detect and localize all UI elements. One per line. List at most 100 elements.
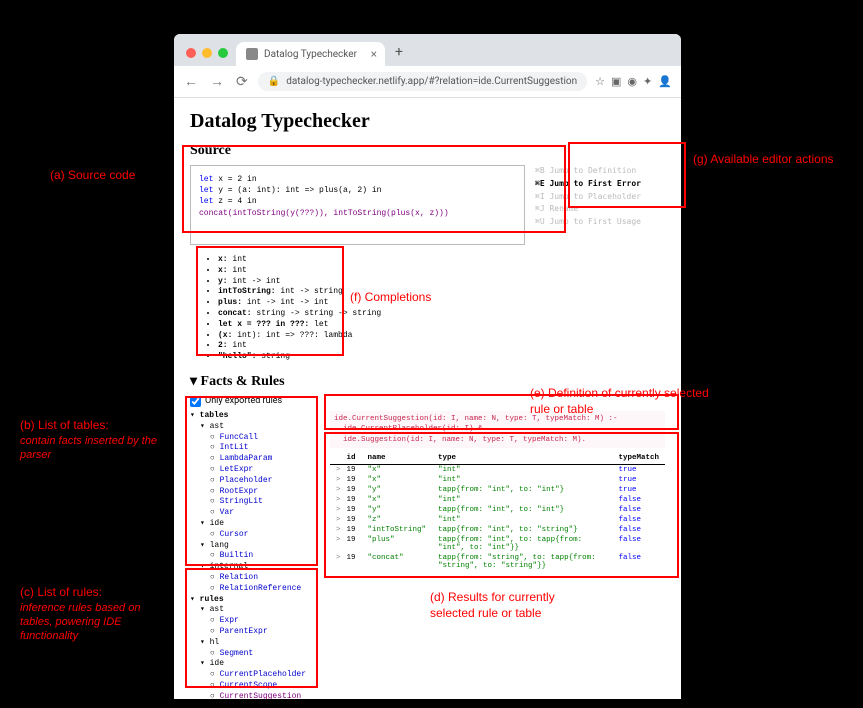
tree-item[interactable]: ○ ParentExpr [190,627,320,638]
tree-tables[interactable]: ▾ tables [190,411,320,422]
extension-icon[interactable]: ▣ [611,75,621,88]
toolbar-icons: ☆ ▣ ◉ ✦ 👤 ⋮ [595,75,681,88]
col-typeMatch: typeMatch [612,452,665,465]
annotation-c-sub: inference rules based on tables, powerin… [20,601,175,644]
tree-panel: ▾ tables▾ ast○ FuncCall○ IntLit○ LambdaP… [190,411,320,699]
tab-title: Datalog Typechecker [264,49,357,60]
source-area: let x = 2 in let y = (a: int): int => pl… [190,165,665,245]
table-row[interactable]: >19"y"tapp{from: "int", to: "int"}true [330,485,665,495]
src-line-4: concat(intToString(y(???)), intToString(… [199,209,449,218]
table-row[interactable]: >19"z""int"false [330,515,665,525]
minimize-window-icon[interactable] [202,48,212,58]
tab-favicon [246,48,258,60]
src-line-3: z = 4 in [213,197,256,206]
forward-button[interactable]: → [208,71,226,92]
puzzle-icon[interactable]: ✦ [643,75,652,88]
source-heading: Source [190,143,665,159]
tree-item[interactable]: ○ CurrentPlaceholder [190,670,320,681]
close-window-icon[interactable] [186,48,196,58]
completion-item[interactable]: 2: int [218,341,665,352]
tree-item[interactable]: ○ FuncCall [190,433,320,444]
table-row[interactable]: >19"intToString"tapp{from: "int", to: "s… [330,525,665,535]
rule-panel: ide.CurrentSuggestion(id: I, name: N, ty… [330,411,665,699]
tree-group[interactable]: ▾ lang [190,541,320,552]
annotation-f: (f) Completions [350,290,431,306]
completion-item[interactable]: "hello": string [218,352,665,363]
table-row[interactable]: >19"x""int"false [330,495,665,505]
table-row[interactable]: >19"x""int"true [330,465,665,476]
src-line-2: y = (a: int): int => plus(a, 2) in [213,186,381,195]
close-tab-icon[interactable]: × [371,47,377,61]
annotation-b-sub: contain facts inserted by the parser [20,434,170,463]
table-row[interactable]: >19"plus"tapp{from: "int", to: tapp{from… [330,535,665,553]
tree-group[interactable]: ▾ ide [190,519,320,530]
star-icon[interactable]: ☆ [595,75,605,88]
editor-action[interactable]: ⌘E Jump to First Error [535,178,665,191]
tree-item[interactable]: ○ RootExpr [190,487,320,498]
table-row[interactable]: >19"x""int"true [330,475,665,485]
reload-button[interactable]: ⟳ [234,72,250,92]
only-exported-checkbox[interactable] [190,396,201,407]
facts-area: ▾ tables▾ ast○ FuncCall○ IntLit○ LambdaP… [190,411,665,699]
editor-action[interactable]: ⌘J Rename [535,203,665,216]
kw: let [199,186,213,195]
tree-item[interactable]: ○ Relation [190,573,320,584]
annotation-g: (g) Available editor actions [693,152,843,168]
col-type: type [432,452,612,465]
tree-item[interactable]: ○ Segment [190,649,320,660]
annotation-e: (e) Definition of currently selected rul… [530,386,710,417]
table-row[interactable]: >19"concat"tapp{from: "string", to: tapp… [330,553,665,571]
profile-icon[interactable]: 👤 [658,75,672,88]
annotation-b-title: (b) List of tables: [20,418,170,434]
url-text: datalog-typechecker.netlify.app/#?relati… [286,76,577,87]
completions-list: x: intx: inty: int -> intintToString: in… [206,255,665,363]
back-button[interactable]: ← [182,71,200,92]
results-table: idnametypetypeMatch>19"x""int"true>19"x"… [330,452,665,571]
editor-action[interactable]: ⌘U Jump to First Usage [535,216,665,229]
tree-item[interactable]: ○ Expr [190,616,320,627]
col-name: name [362,452,433,465]
completion-item[interactable]: x: int [218,255,665,266]
tree-item[interactable]: ○ StringLit [190,497,320,508]
tree-item[interactable]: ○ LetExpr [190,465,320,476]
tree-item[interactable]: ○ Cursor [190,530,320,541]
annotation-b: (b) List of tables: contain facts insert… [20,418,170,462]
tree-group[interactable]: ▾ ast [190,422,320,433]
editor-action[interactable]: ⌘B Jump to Definition [535,165,665,178]
tree-group[interactable]: ▾ internal [190,562,320,573]
tree-item[interactable]: ○ Var [190,508,320,519]
tree-item[interactable]: ○ CurrentScope [190,681,320,692]
new-tab-button[interactable]: + [385,38,413,66]
traffic-lights [182,48,236,66]
only-exported-label: Only exported rules [205,396,282,406]
menu-icon[interactable]: ⋮ [678,75,681,88]
annotation-d: (d) Results for currently selected rule … [430,590,580,621]
tree-item[interactable]: ○ RelationReference [190,584,320,595]
tree-group[interactable]: ▾ ast [190,605,320,616]
completion-item[interactable]: x: int [218,266,665,277]
completion-item[interactable]: (x: int): int => ???: lambda [218,331,665,342]
tree-rules[interactable]: ▾ rules [190,595,320,606]
lock-icon: 🔒 [268,76,280,87]
maximize-window-icon[interactable] [218,48,228,58]
extension-icon-2[interactable]: ◉ [627,75,637,88]
annotation-c: (c) List of rules: inference rules based… [20,585,175,643]
completion-item[interactable]: let x = ??? in ???: let [218,320,665,331]
url-input-wrap[interactable]: 🔒 datalog-typechecker.netlify.app/#?rela… [258,72,587,91]
tree-group[interactable]: ▾ hl [190,638,320,649]
tree-item[interactable]: ○ LambdaParam [190,454,320,465]
editor-action[interactable]: ⌘I Jump to Placeholder [535,191,665,204]
completion-item[interactable]: intToString: int -> string [218,287,665,298]
browser-tab[interactable]: Datalog Typechecker × [236,42,385,66]
tree-item[interactable]: ○ Placeholder [190,476,320,487]
table-row[interactable]: >19"y"tapp{from: "int", to: "int"}false [330,505,665,515]
tree-item[interactable]: ○ CurrentSuggestion [190,692,320,699]
tree-item[interactable]: ○ Builtin [190,551,320,562]
completion-item[interactable]: plus: int -> int -> int [218,298,665,309]
tree-group[interactable]: ▾ ide [190,659,320,670]
source-code-editor[interactable]: let x = 2 in let y = (a: int): int => pl… [190,165,525,245]
tree-item[interactable]: ○ IntLit [190,443,320,454]
completion-item[interactable]: y: int -> int [218,277,665,288]
completion-item[interactable]: concat: string -> string -> string [218,309,665,320]
url-bar: ← → ⟳ 🔒 datalog-typechecker.netlify.app/… [174,66,681,98]
